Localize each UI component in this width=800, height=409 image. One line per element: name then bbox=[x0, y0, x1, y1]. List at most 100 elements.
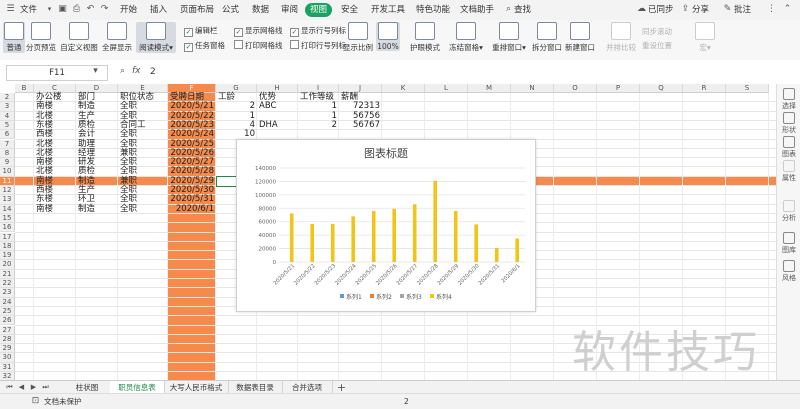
row-header[interactable]: 25 bbox=[0, 306, 15, 317]
row-header[interactable]: 21 bbox=[0, 269, 15, 279]
column-header[interactable]: Q bbox=[640, 84, 683, 93]
row-header[interactable]: 10 bbox=[0, 167, 15, 177]
page-break-preview-button[interactable]: 分页预览 bbox=[26, 22, 56, 53]
legend-label[interactable]: 系列4 bbox=[436, 293, 452, 301]
row-header[interactable]: 7 bbox=[0, 139, 15, 149]
row-header[interactable]: 24 bbox=[0, 297, 15, 307]
row-header[interactable]: 14 bbox=[0, 204, 15, 214]
cell[interactable]: 2020/6/1 bbox=[168, 204, 216, 215]
undo-icon[interactable]: ↶ bbox=[85, 4, 96, 15]
row-header[interactable]: 15 bbox=[0, 213, 15, 224]
cell[interactable]: 制造 bbox=[76, 204, 118, 215]
redo-icon[interactable]: ↷ bbox=[99, 4, 110, 15]
freeze-panes-button[interactable]: 冻结窗格▾ bbox=[448, 22, 484, 53]
legend-label[interactable]: 系列3 bbox=[406, 293, 422, 301]
print-gridlines-checkbox[interactable]: 打印网格线 bbox=[234, 40, 283, 51]
cell[interactable]: ABC bbox=[257, 101, 298, 112]
row-header[interactable]: 27 bbox=[0, 325, 15, 335]
column-header[interactable]: N bbox=[511, 84, 554, 93]
row-header[interactable]: 8 bbox=[0, 148, 15, 159]
comment-icon[interactable]: ✎ bbox=[722, 4, 733, 15]
show-gridlines-checkbox[interactable]: ✓ 显示网格线 bbox=[234, 25, 283, 37]
menu-features[interactable]: 特色功能 bbox=[416, 3, 450, 17]
row-header[interactable]: 6 bbox=[0, 130, 15, 140]
chevron-down-icon[interactable]: ▾ bbox=[44, 4, 55, 15]
sync-scroll-button[interactable]: 同步滚动 bbox=[642, 26, 672, 37]
chart[interactable]: 图表标题 0 20000 40000 60000 80000 100000 120000 14… bbox=[236, 139, 536, 312]
chart-bar[interactable] bbox=[453, 210, 458, 262]
row-header[interactable]: 19 bbox=[0, 251, 15, 261]
menu-doc-assistant[interactable]: 文档助手 bbox=[460, 3, 494, 17]
cell[interactable]: 全职 bbox=[118, 204, 168, 215]
side-gallery-button[interactable]: 图库 bbox=[777, 232, 800, 255]
chart-bar[interactable] bbox=[494, 247, 499, 262]
chart-bar[interactable] bbox=[433, 180, 438, 262]
menu-insert[interactable]: 插入 bbox=[150, 3, 167, 17]
menu-review[interactable]: 审阅 bbox=[281, 3, 298, 17]
row-header[interactable]: 29 bbox=[0, 344, 15, 354]
custom-view-button[interactable]: 自定义视图 bbox=[60, 22, 98, 53]
menu-page-layout[interactable]: 页面布局 bbox=[180, 3, 214, 17]
row-header[interactable]: 4 bbox=[0, 111, 15, 121]
menu-security[interactable]: 安全 bbox=[341, 3, 358, 17]
row-header[interactable]: 2 bbox=[0, 93, 15, 103]
cell[interactable]: 2 bbox=[298, 120, 339, 131]
row-header[interactable]: 20 bbox=[0, 260, 15, 270]
sync-status[interactable]: 已同步 bbox=[648, 3, 674, 17]
side-by-side-button[interactable]: 并排比较 bbox=[605, 22, 637, 53]
comment-button[interactable]: 批注 bbox=[734, 3, 751, 17]
print-icon[interactable]: ⎙ bbox=[71, 4, 82, 15]
chart-bar[interactable] bbox=[371, 210, 376, 262]
side-select-button[interactable]: 选择 bbox=[777, 88, 800, 111]
menu-view[interactable]: 视图 bbox=[305, 3, 333, 17]
chart-bar[interactable] bbox=[392, 208, 397, 262]
save-icon[interactable]: ▣ bbox=[57, 4, 68, 15]
search-icon[interactable]: ⌕ bbox=[503, 4, 514, 15]
row-header[interactable]: 16 bbox=[0, 223, 15, 233]
macro-button[interactable]: 宏▾ bbox=[694, 22, 716, 53]
chart-title[interactable]: 图表标题 bbox=[364, 146, 408, 160]
chevron-down-icon[interactable]: ▾ bbox=[90, 66, 101, 77]
side-shape-button[interactable]: 形状 bbox=[777, 112, 800, 135]
column-header[interactable]: O bbox=[554, 84, 597, 93]
row-header[interactable]: 31 bbox=[0, 362, 15, 372]
column-header[interactable]: P bbox=[597, 84, 640, 93]
column-header[interactable]: M bbox=[468, 84, 511, 93]
chart-bar[interactable] bbox=[474, 224, 479, 262]
row-header[interactable]: 9 bbox=[0, 158, 15, 168]
row-header[interactable]: 23 bbox=[0, 288, 15, 298]
chart-bar[interactable] bbox=[330, 223, 335, 262]
normal-view-button[interactable]: 普通 bbox=[3, 22, 25, 53]
row-header[interactable]: 32 bbox=[0, 372, 15, 380]
reset-position-button[interactable]: 重设位置 bbox=[642, 40, 672, 51]
row-header[interactable]: 17 bbox=[0, 232, 15, 242]
zoom-button[interactable]: 显示比例 bbox=[343, 22, 373, 53]
eye-protection-button[interactable]: 护眼模式 bbox=[409, 22, 441, 53]
side-chart-button[interactable]: 图表 bbox=[777, 136, 800, 159]
first-sheet-icon[interactable]: ⏮ bbox=[4, 382, 15, 393]
show-headers-checkbox[interactable]: ✓ 显示行号列标 bbox=[290, 25, 346, 37]
new-window-button[interactable]: 新建窗口 bbox=[565, 22, 595, 53]
row-header[interactable]: 5 bbox=[0, 120, 15, 131]
chart-bar[interactable] bbox=[289, 213, 294, 262]
search-label[interactable]: 查找 bbox=[514, 3, 531, 17]
chart-bar[interactable] bbox=[412, 204, 417, 262]
more-icon[interactable]: ⋮ bbox=[766, 4, 777, 15]
column-header[interactable]: B bbox=[15, 84, 34, 93]
row-header[interactable]: 30 bbox=[0, 353, 15, 363]
cell[interactable]: DHA bbox=[257, 120, 298, 131]
chart-bar[interactable] bbox=[351, 216, 356, 262]
add-sheet-icon[interactable]: + bbox=[336, 382, 347, 393]
zoom-icon[interactable]: ⌕ bbox=[117, 66, 128, 77]
chart-legend[interactable]: 系列1 系列2 系列3 系列4 bbox=[340, 293, 452, 301]
menu-formula[interactable]: 公式 bbox=[222, 3, 239, 17]
menu-data[interactable]: 数据 bbox=[252, 3, 269, 17]
menu-home[interactable]: 开始 bbox=[120, 3, 137, 17]
row-header[interactable]: 11 bbox=[0, 176, 15, 186]
menu-file[interactable]: 文件 bbox=[20, 3, 37, 17]
collapse-ribbon-icon[interactable]: ⌃ bbox=[782, 4, 793, 15]
chart-bar[interactable] bbox=[515, 238, 520, 263]
row-header[interactable]: 13 bbox=[0, 195, 15, 205]
legend-label[interactable]: 系列2 bbox=[376, 293, 392, 301]
next-sheet-icon[interactable]: ▶ bbox=[28, 382, 39, 393]
